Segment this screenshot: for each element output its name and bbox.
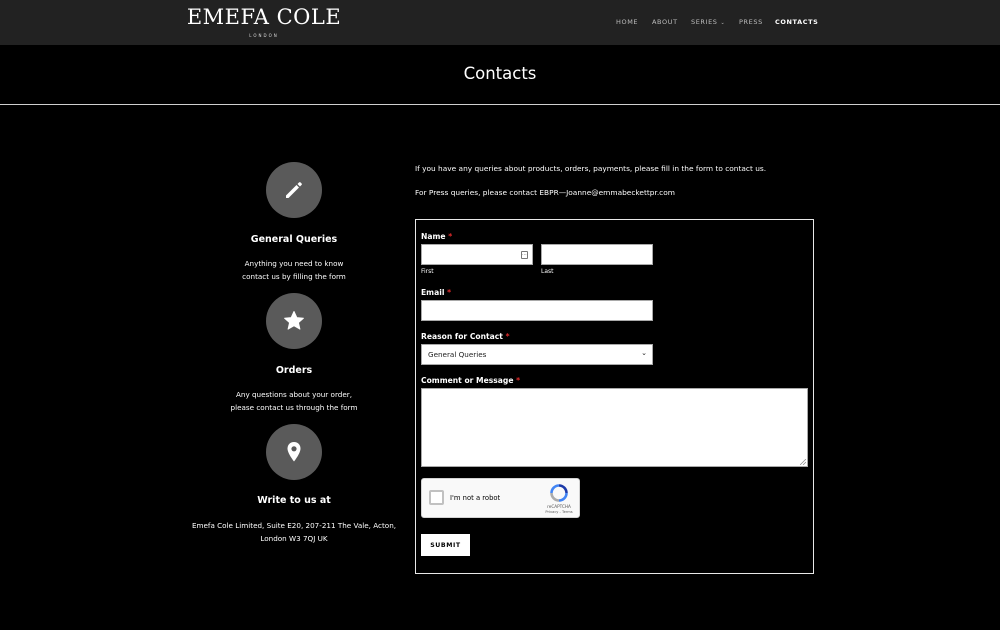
nav-press-label: PRESS bbox=[739, 18, 763, 26]
submit-button[interactable]: SUBMIT bbox=[421, 534, 470, 556]
star-icon-circle bbox=[266, 293, 322, 349]
site-header: EMEFA COLE LONDON HOME ABOUT SERIES ⌄ PRE… bbox=[0, 0, 1000, 45]
nav-press[interactable]: PRESS bbox=[739, 18, 763, 28]
nav-contacts[interactable]: CONTACTS bbox=[775, 18, 818, 28]
required-mark: * bbox=[516, 376, 521, 385]
comment-label: Comment or Message * bbox=[421, 376, 520, 385]
email-input[interactable] bbox=[421, 300, 653, 321]
comment-textarea[interactable] bbox=[421, 388, 808, 467]
name-label: Name * bbox=[421, 232, 452, 241]
autofill-icon[interactable]: ⋯ bbox=[521, 251, 528, 259]
last-name-input[interactable] bbox=[541, 244, 653, 265]
map-pin-icon-circle bbox=[266, 424, 322, 480]
card-line: contact us by filling the form bbox=[242, 272, 346, 281]
star-icon bbox=[284, 311, 304, 330]
name-label-text: Name bbox=[421, 232, 446, 241]
card-title-orders: Orders bbox=[275, 365, 313, 376]
reason-selected-value: General Queries bbox=[428, 350, 487, 359]
nav-series-label: SERIES bbox=[691, 18, 718, 26]
card-line: Emefa Cole Limited, Suite E20, 207-211 T… bbox=[191, 521, 397, 530]
chevron-down-icon: ⌄ bbox=[641, 349, 647, 357]
nav-about[interactable]: ABOUT bbox=[652, 18, 678, 28]
pencil-icon bbox=[286, 182, 302, 198]
card-line: London W3 7QJ UK bbox=[260, 534, 328, 543]
contact-form: Name * ⋯ First Last Email * Reason for C… bbox=[415, 219, 814, 574]
title-divider bbox=[0, 104, 1000, 105]
email-label: Email * bbox=[421, 288, 451, 297]
reason-label-text: Reason for Contact bbox=[421, 332, 503, 341]
brand-logo[interactable]: EMEFA COLE LONDON bbox=[184, 5, 344, 38]
recaptcha-privacy-terms[interactable]: Privacy - Terms bbox=[542, 510, 576, 514]
card-line: Any questions about your order, bbox=[235, 390, 352, 399]
recaptcha-checkbox[interactable] bbox=[429, 490, 444, 505]
required-mark: * bbox=[448, 232, 453, 241]
required-mark: * bbox=[505, 332, 510, 341]
brand-tagline: LONDON bbox=[249, 33, 279, 38]
chevron-down-icon: ⌄ bbox=[720, 20, 726, 26]
first-name-sublabel: First bbox=[421, 268, 434, 275]
page-title: Contacts bbox=[463, 64, 537, 83]
intro-text: If you have any queries about products, … bbox=[415, 164, 767, 173]
recaptcha-logo-icon bbox=[550, 484, 568, 502]
reason-select[interactable]: General Queries ⌄ bbox=[421, 344, 653, 365]
comment-label-text: Comment or Message bbox=[421, 376, 514, 385]
required-mark: * bbox=[447, 288, 452, 297]
resize-grip-icon[interactable] bbox=[800, 459, 806, 465]
nav-about-label: ABOUT bbox=[652, 18, 678, 26]
card-text-orders: Any questions about your order, please c… bbox=[184, 388, 404, 414]
card-text-address: Emefa Cole Limited, Suite E20, 207-211 T… bbox=[174, 519, 414, 545]
reason-label: Reason for Contact * bbox=[421, 332, 510, 341]
recaptcha-widget: I'm not a robot reCAPTCHA Privacy - Term… bbox=[421, 478, 580, 518]
nav-home-label: HOME bbox=[616, 18, 639, 26]
recaptcha-label: I'm not a robot bbox=[450, 494, 501, 502]
last-name-sublabel: Last bbox=[541, 268, 554, 275]
pencil-icon-circle bbox=[266, 162, 322, 218]
first-name-input[interactable]: ⋯ bbox=[421, 244, 533, 265]
card-title-general-queries: General Queries bbox=[250, 234, 338, 245]
brand-name: EMEFA COLE bbox=[186, 5, 342, 29]
nav-series[interactable]: SERIES ⌄ bbox=[691, 18, 725, 28]
email-label-text: Email bbox=[421, 288, 445, 297]
card-title-write-to-us: Write to us at bbox=[257, 495, 331, 506]
recaptcha-brand: reCAPTCHA bbox=[547, 504, 571, 509]
map-pin-icon bbox=[287, 442, 301, 462]
card-line: Anything you need to know bbox=[244, 259, 344, 268]
nav-contacts-label: CONTACTS bbox=[775, 18, 819, 26]
card-text-general-queries: Anything you need to know contact us by … bbox=[184, 257, 404, 283]
card-line: please contact us through the form bbox=[230, 403, 358, 412]
press-contact-text: For Press queries, please contact EBPR—J… bbox=[415, 188, 675, 197]
nav-home[interactable]: HOME bbox=[616, 18, 638, 28]
